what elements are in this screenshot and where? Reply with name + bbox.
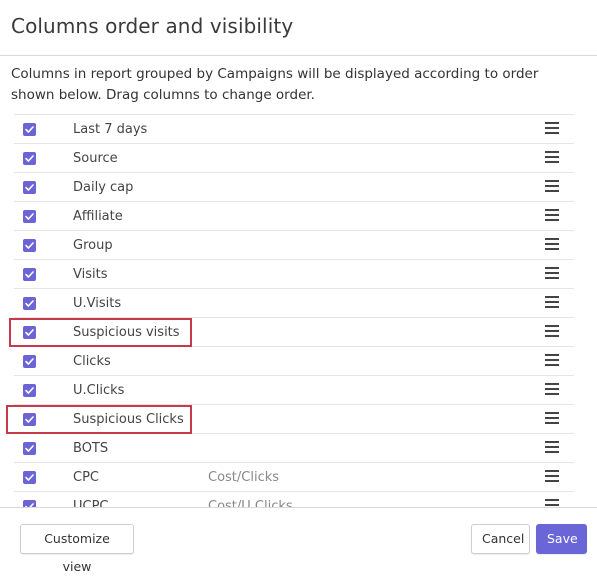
column-checkbox[interactable]	[23, 210, 36, 223]
check-icon	[25, 242, 34, 249]
column-row[interactable]: U.Clicks	[14, 376, 574, 405]
column-checkbox[interactable]	[23, 239, 36, 252]
column-checkbox[interactable]	[23, 471, 36, 484]
drag-handle-icon[interactable]	[545, 325, 559, 338]
dialog-description: Columns in report grouped by Campaigns w…	[11, 66, 539, 103]
column-name: U.Clicks	[73, 383, 125, 398]
drag-handle-icon[interactable]	[545, 122, 559, 135]
column-name: BOTS	[73, 441, 109, 456]
column-name: U.Visits	[73, 296, 122, 311]
drag-handle-icon[interactable]	[545, 267, 559, 280]
cancel-button[interactable]: Cancel	[471, 524, 530, 554]
drag-handle-icon[interactable]	[545, 412, 559, 425]
check-icon	[25, 300, 34, 307]
dialog-title: Columns order and visibility	[11, 14, 294, 38]
column-name: Daily cap	[73, 180, 134, 195]
column-checkbox[interactable]	[23, 384, 36, 397]
column-row[interactable]: Last 7 days	[14, 115, 574, 144]
column-row[interactable]: Group	[14, 231, 574, 260]
column-checkbox[interactable]	[23, 123, 36, 136]
column-name: Affiliate	[73, 209, 123, 224]
check-icon	[25, 126, 34, 133]
column-checkbox[interactable]	[23, 297, 36, 310]
check-icon	[25, 358, 34, 365]
column-row[interactable]: Daily cap	[14, 173, 574, 202]
check-icon	[25, 387, 34, 394]
drag-handle-icon[interactable]	[545, 151, 559, 164]
column-row[interactable]: UCPC Cost/U.Clicks	[14, 492, 574, 508]
column-list[interactable]: Last 7 days Source Daily cap Affiliate Group…	[14, 114, 574, 508]
check-icon	[25, 155, 34, 162]
dialog-header: Columns order and visibility	[0, 0, 597, 56]
column-row[interactable]: Source	[14, 144, 574, 173]
column-name: Group	[73, 238, 113, 253]
column-checkbox[interactable]	[23, 152, 36, 165]
column-formula: Cost/Clicks	[208, 470, 280, 485]
column-name: Last 7 days	[73, 122, 148, 137]
drag-handle-icon[interactable]	[545, 354, 559, 367]
drag-handle-icon[interactable]	[545, 470, 559, 483]
column-row[interactable]: U.Visits	[14, 289, 574, 318]
save-button[interactable]: Save	[536, 524, 587, 554]
check-icon	[25, 213, 34, 220]
column-row[interactable]: BOTS	[14, 434, 574, 463]
column-checkbox[interactable]	[23, 268, 36, 281]
check-icon	[25, 474, 34, 481]
column-name: CPC	[73, 470, 99, 485]
check-icon	[25, 184, 34, 191]
column-checkbox[interactable]	[23, 181, 36, 194]
drag-handle-icon[interactable]	[545, 209, 559, 222]
column-row[interactable]: Visits	[14, 260, 574, 289]
check-icon	[25, 445, 34, 452]
column-row[interactable]: CPC Cost/Clicks	[14, 463, 574, 492]
drag-handle-icon[interactable]	[545, 296, 559, 309]
column-name: Visits	[73, 267, 108, 282]
highlight-suspicious-visits	[9, 318, 192, 347]
check-icon	[25, 271, 34, 278]
column-row[interactable]: Clicks	[14, 347, 574, 376]
column-checkbox[interactable]	[23, 355, 36, 368]
column-name: Source	[73, 151, 118, 166]
drag-handle-icon[interactable]	[545, 180, 559, 193]
dialog-footer: Customize view Cancel Save	[0, 507, 597, 574]
column-row[interactable]: Affiliate	[14, 202, 574, 231]
drag-handle-icon[interactable]	[545, 238, 559, 251]
column-checkbox[interactable]	[23, 442, 36, 455]
drag-handle-icon[interactable]	[545, 383, 559, 396]
drag-handle-icon[interactable]	[545, 441, 559, 454]
customize-view-button[interactable]: Customize view	[20, 524, 134, 574]
highlight-suspicious-clicks	[6, 405, 192, 434]
column-name: Clicks	[73, 354, 111, 369]
